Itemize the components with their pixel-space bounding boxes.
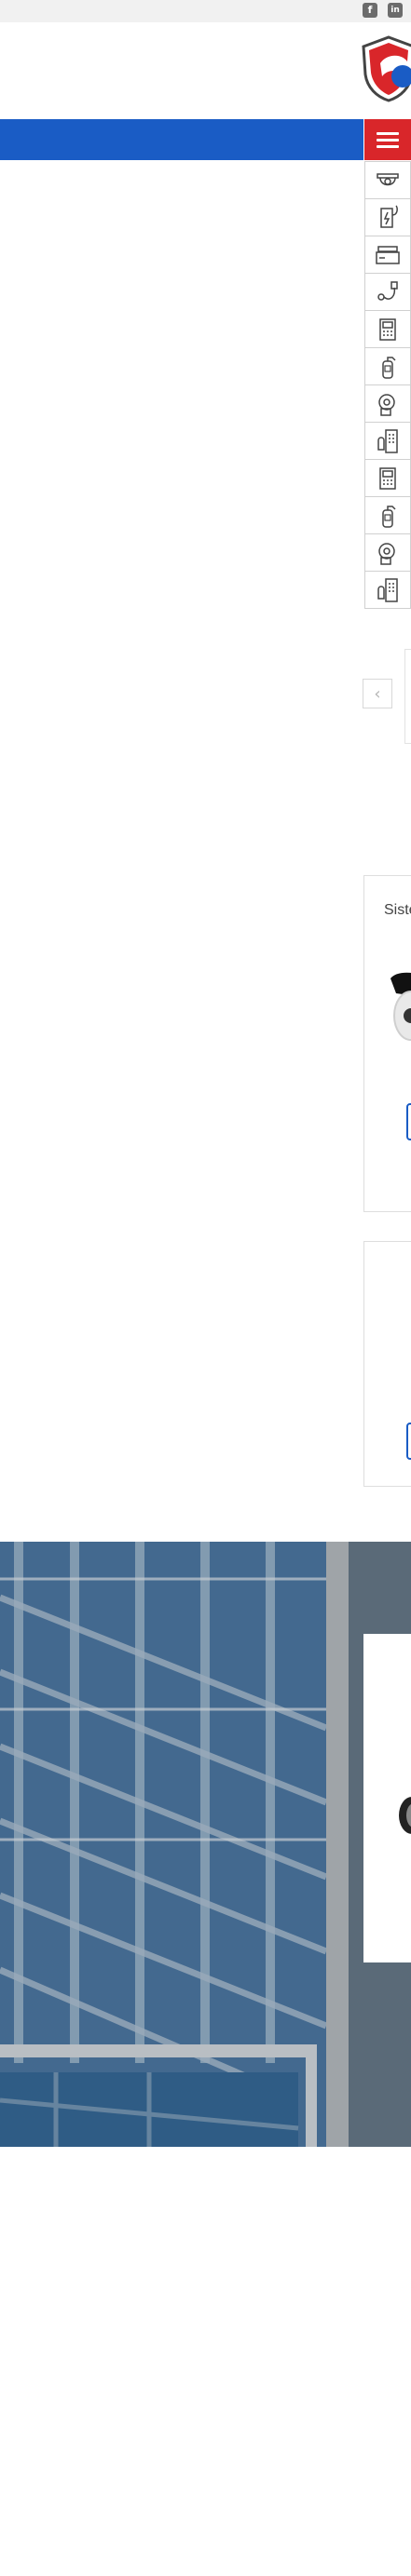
category-cable[interactable] xyxy=(364,274,411,311)
product-card[interactable]: Siste xyxy=(363,875,411,1212)
menu-bar-icon xyxy=(377,144,399,148)
category-intercom[interactable] xyxy=(364,311,411,348)
facebook-icon[interactable]: f xyxy=(363,3,377,18)
category-power-supply[interactable] xyxy=(364,199,411,236)
camera-image xyxy=(390,972,411,1041)
camera-image xyxy=(399,1797,411,1834)
chevron-left-icon: ‹ xyxy=(374,683,381,704)
category-cctv-camera[interactable] xyxy=(364,161,411,199)
card-button[interactable] xyxy=(406,1423,411,1460)
category-list xyxy=(364,161,411,609)
category-alarm-siren[interactable] xyxy=(364,385,411,423)
category-fire-extinguisher[interactable] xyxy=(364,497,411,534)
card-button[interactable] xyxy=(406,1103,411,1140)
fire-extinguisher-icon xyxy=(382,505,396,528)
top-bar: f in xyxy=(0,0,411,22)
menu-bar-icon xyxy=(377,138,399,142)
category-dvr-recorder[interactable] xyxy=(364,236,411,274)
slider-prev-button[interactable]: ‹ xyxy=(363,679,392,708)
dvr-recorder-icon xyxy=(376,245,400,264)
alarm-siren-icon xyxy=(378,542,395,565)
category-intercom[interactable] xyxy=(364,460,411,497)
intercom-icon xyxy=(379,466,396,490)
hamburger-menu-button[interactable] xyxy=(364,119,411,160)
power-supply-icon xyxy=(380,204,398,228)
company-logo[interactable] xyxy=(360,35,411,102)
menu-bar-icon xyxy=(377,131,399,135)
cctv-camera-icon xyxy=(377,172,399,185)
fire-extinguisher-icon xyxy=(382,356,396,379)
slider-panel xyxy=(404,649,411,744)
category-fire-extinguisher[interactable] xyxy=(364,348,411,385)
category-alarm-siren[interactable] xyxy=(364,534,411,572)
banner-building-image xyxy=(0,1542,411,2147)
main-navbar xyxy=(0,119,363,160)
card-title: Siste xyxy=(384,902,411,918)
alarm-siren-icon xyxy=(378,393,395,416)
linkedin-icon[interactable]: in xyxy=(388,3,403,18)
banner-card xyxy=(363,1634,411,1962)
access-keypad-icon xyxy=(377,428,398,453)
category-access-keypad[interactable] xyxy=(364,572,411,609)
cable-icon xyxy=(377,280,398,301)
intercom-icon xyxy=(379,317,396,341)
category-access-keypad[interactable] xyxy=(364,423,411,460)
access-keypad-icon xyxy=(377,577,398,602)
product-card[interactable] xyxy=(363,1241,411,1487)
